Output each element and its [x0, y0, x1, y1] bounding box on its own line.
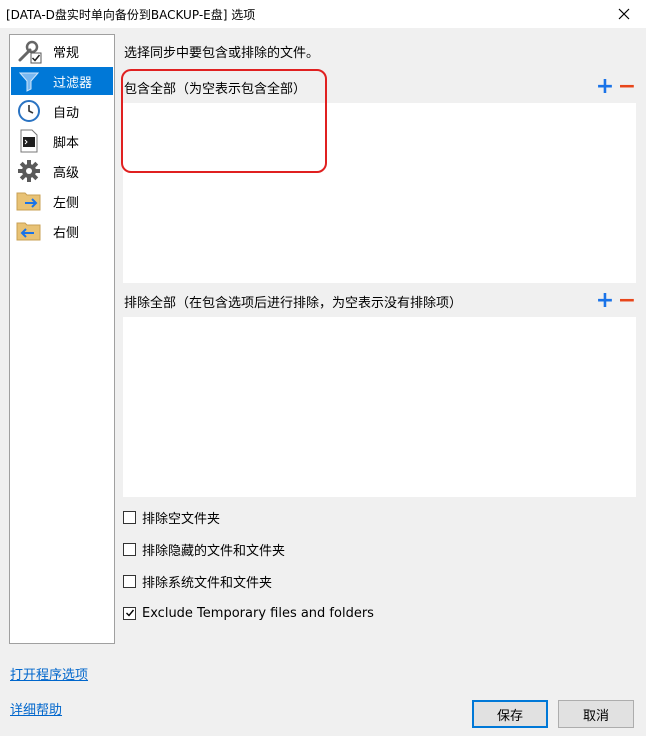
include-label: 包含全部（为空表示包含全部） [124, 81, 307, 97]
include-add-button[interactable]: + [595, 73, 615, 101]
folder-arrow-right-icon [15, 187, 43, 215]
exclude-header: 排除全部（在包含选项后进行排除，为空表示没有排除项） + − [123, 287, 637, 315]
exclude-system-checkbox[interactable]: 排除系统文件和文件夹 [123, 571, 272, 591]
minus-icon: − [617, 288, 637, 313]
checkmark-icon [125, 609, 134, 617]
close-button[interactable] [602, 0, 646, 28]
checkbox-box [123, 606, 136, 620]
panel-description: 选择同步中要包含或排除的文件。 [124, 46, 320, 61]
sidebar-item-script[interactable]: 脚本 [11, 127, 113, 155]
filters-panel: 选择同步中要包含或排除的文件。 包含全部（为空表示包含全部） + − 排除全部（… [123, 34, 637, 642]
open-program-options-link[interactable]: 打开程序选项 [10, 664, 88, 683]
sidebar-item-label: 高级 [53, 165, 80, 181]
checkbox-label: Exclude Temporary files and folders [142, 605, 374, 621]
include-list[interactable] [123, 103, 636, 283]
wrench-check-icon [15, 37, 43, 65]
window-title: [DATA-D盘实时单向备份到BACKUP-E盘] 选项 [6, 8, 256, 22]
cancel-button[interactable]: 取消 [558, 700, 634, 728]
exclude-label: 排除全部（在包含选项后进行排除，为空表示没有排除项） [124, 295, 463, 311]
sidebar: 常规 过滤器 自动 脚本 高级 左侧 右侧 [9, 34, 115, 644]
minus-icon: − [617, 74, 637, 99]
sidebar-item-general[interactable]: 常规 [11, 37, 113, 65]
detailed-help-link[interactable]: 详细帮助 [10, 699, 62, 718]
gear-icon [15, 157, 43, 185]
include-remove-button[interactable]: − [617, 73, 637, 101]
clock-icon [15, 97, 43, 125]
sidebar-item-advanced[interactable]: 高级 [11, 157, 113, 185]
sidebar-item-filters[interactable]: 过滤器 [11, 67, 113, 95]
checkbox-box [123, 574, 136, 588]
sidebar-item-auto[interactable]: 自动 [11, 97, 113, 125]
sidebar-item-label: 脚本 [53, 135, 80, 151]
folder-arrow-left-icon [15, 217, 43, 245]
exclude-list[interactable] [123, 317, 636, 497]
plus-icon: + [595, 74, 615, 99]
checkbox-label: 排除隐藏的文件和文件夹 [142, 543, 286, 559]
checkbox-box [123, 542, 136, 556]
close-icon [618, 8, 630, 20]
sidebar-item-label: 左侧 [53, 195, 80, 211]
exclude-add-button[interactable]: + [595, 287, 615, 315]
exclude-temporary-checkbox[interactable]: Exclude Temporary files and folders [123, 603, 374, 623]
sidebar-item-label: 常规 [53, 45, 80, 61]
plus-icon: + [595, 288, 615, 313]
save-button[interactable]: 保存 [472, 700, 548, 728]
script-file-icon [15, 127, 43, 155]
sidebar-item-left[interactable]: 左侧 [11, 187, 113, 215]
sidebar-item-label: 右侧 [53, 225, 80, 241]
exclude-hidden-checkbox[interactable]: 排除隐藏的文件和文件夹 [123, 539, 285, 559]
title-bar: [DATA-D盘实时单向备份到BACKUP-E盘] 选项 [0, 0, 646, 29]
checkbox-label: 排除空文件夹 [142, 511, 221, 527]
sidebar-item-right[interactable]: 右侧 [11, 217, 113, 245]
exclude-empty-folders-checkbox[interactable]: 排除空文件夹 [123, 507, 220, 527]
funnel-icon [15, 67, 43, 95]
sidebar-item-label: 自动 [53, 105, 80, 121]
exclude-remove-button[interactable]: − [617, 287, 637, 315]
sidebar-item-label: 过滤器 [53, 75, 93, 91]
include-header: 包含全部（为空表示包含全部） + − [123, 73, 637, 101]
checkbox-label: 排除系统文件和文件夹 [142, 575, 273, 591]
checkbox-box [123, 510, 136, 524]
